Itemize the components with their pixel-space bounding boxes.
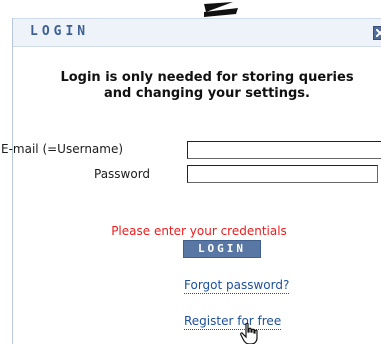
login-button[interactable]: LOGIN <box>183 240 261 258</box>
intro-line-1: Login is only needed for storing queries <box>60 70 354 85</box>
intro-line-2: and changing your settings. <box>104 86 310 101</box>
close-button[interactable] <box>373 26 381 40</box>
email-input[interactable] <box>187 141 381 159</box>
intro-text: Login is only needed for storing queries… <box>31 70 381 102</box>
decorative-stroke-icon <box>204 2 238 17</box>
login-page: LOGIN Login is only needed for storing q… <box>0 0 381 344</box>
dialog-header: LOGIN <box>13 18 381 47</box>
close-icon <box>376 29 381 37</box>
dialog-title: LOGIN <box>30 24 90 39</box>
password-input[interactable] <box>187 165 378 183</box>
hand-cursor-icon <box>240 323 258 344</box>
register-link[interactable]: Register for free <box>184 314 282 330</box>
error-message: Please enter your credentials <box>111 224 287 238</box>
login-dialog: LOGIN Login is only needed for storing q… <box>1 18 381 344</box>
password-label: Password <box>94 167 151 181</box>
email-label: E-mail (=Username) <box>1 142 124 156</box>
forgot-password-link[interactable]: Forgot password? <box>184 278 290 294</box>
